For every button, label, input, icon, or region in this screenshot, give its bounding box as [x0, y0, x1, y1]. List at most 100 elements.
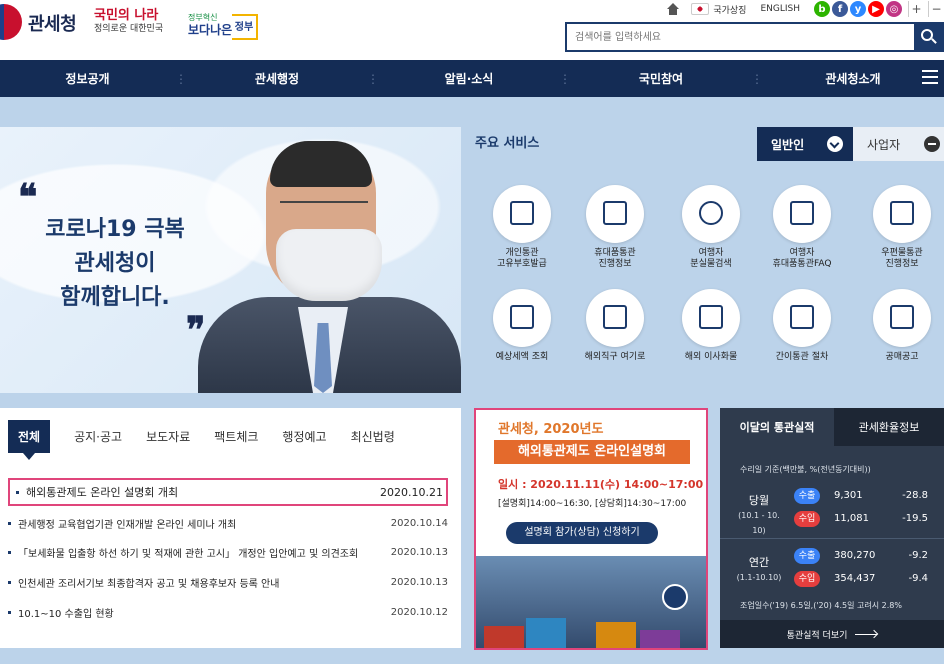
- service-label-line1: 개인통관: [505, 248, 539, 258]
- news-row[interactable]: 인천세관 조리서기보 최종합격자 공고 및 채용후보자 등록 안내 2020.1…: [8, 571, 448, 593]
- news-row[interactable]: 10.1~10 수출입 현황 2020.10.12: [8, 601, 448, 623]
- service-moving-goods[interactable]: 해외 이사화물: [666, 289, 756, 363]
- service-label: 여행자 분실물검색: [666, 248, 756, 270]
- home-icon[interactable]: [667, 3, 680, 15]
- news-board: 전체 공지·공고 보도자료 팩트체크 행정예고 최신법령 해외통관제도 온라인 …: [0, 408, 461, 648]
- tab-press[interactable]: 보도자료: [146, 428, 190, 445]
- export-value: 380,270: [834, 550, 876, 561]
- national-slogan: 국민의 나라 정의로운 대한민국: [94, 9, 176, 40]
- service-simple-clearance[interactable]: 간이통관 절차: [757, 289, 847, 363]
- tab-latest-law[interactable]: 최신법령: [351, 428, 395, 445]
- zoom-in-button[interactable]: +: [908, 1, 924, 17]
- service-label: 개인통관 고유부호발급: [477, 248, 567, 270]
- screen-icon: [586, 185, 644, 243]
- service-lost-items[interactable]: 여행자 분실물검색: [666, 185, 756, 270]
- seminar-promo-banner[interactable]: 관세청, 2020년도 해외통관제도 온라인설명회 일시 : 2020.11.1…: [474, 408, 708, 650]
- service-label-line2: 고유부호발급: [497, 259, 547, 269]
- mail-icon-shape: [890, 201, 914, 225]
- service-direct-purchase[interactable]: 해외직구 여기로: [570, 289, 660, 363]
- kcs-logo-icon[interactable]: [0, 4, 22, 40]
- service-personal-customs-code[interactable]: 개인통관 고유부호발급: [477, 185, 567, 270]
- import-badge: 수입: [794, 511, 820, 527]
- news-row[interactable]: 관세행정 교육협업기관 인재개발 온라인 세미나 개최 2020.10.14: [8, 512, 448, 534]
- english-link[interactable]: ENGLISH: [760, 4, 800, 14]
- nav-news[interactable]: 알림·소식: [379, 70, 559, 87]
- export-badge: 수출: [794, 548, 820, 564]
- photo-hair: [270, 141, 372, 187]
- service-tax-estimate[interactable]: 예상세액 조회: [477, 289, 567, 363]
- stats-more-label: 통관실적 더보기: [786, 630, 848, 641]
- service-label-line1: 우편물통관: [881, 248, 923, 258]
- youtube-icon[interactable]: ▶: [868, 1, 884, 17]
- nav-customs-admin[interactable]: 관세행정: [187, 70, 367, 87]
- arrow-right-icon: [855, 633, 878, 635]
- news-date: 2020.10.13: [390, 546, 448, 558]
- korean-flag-icon: [691, 3, 710, 15]
- bullet: [8, 521, 11, 525]
- gov-innovation-end: 정부: [232, 14, 258, 40]
- news-row-highlighted[interactable]: 해외통관제도 온라인 설명회 개최 2020.10.21: [8, 478, 448, 506]
- service-label-line2: 진행정보: [598, 259, 632, 269]
- site-logo-text[interactable]: 관세청: [28, 10, 77, 36]
- stats-more-button[interactable]: 통관실적 더보기: [720, 620, 944, 648]
- blog-icon[interactable]: b: [814, 1, 830, 17]
- import-value: 354,437: [834, 573, 876, 584]
- period-range: (10.1 - 10. 10): [738, 511, 780, 535]
- nav-separator: ⋮: [559, 71, 571, 86]
- import-value: 11,081: [834, 513, 869, 524]
- service-label: 해외직구 여기로: [584, 352, 646, 362]
- bullet: [8, 580, 11, 584]
- import-change: -9.4: [908, 573, 928, 584]
- megaphone-icon: [873, 289, 931, 347]
- seminar-apply-button[interactable]: 설명회 참가(상담) 신청하기: [506, 522, 658, 544]
- zoom-out-button[interactable]: −: [928, 1, 944, 17]
- service-postal-progress[interactable]: 우편물통관 진행정보: [857, 185, 944, 270]
- tab-notices[interactable]: 공지·공고: [74, 428, 122, 445]
- service-public-auction[interactable]: 공매공고: [857, 289, 944, 363]
- service-label-line2: 휴대품통관FAQ: [772, 259, 832, 269]
- working-days-note: 조업일수('19) 6.5일,('20) 4.5일 고려시 2.8%: [740, 601, 902, 610]
- nav-info-disclosure[interactable]: 정보공개: [0, 70, 175, 87]
- instagram-icon[interactable]: ◎: [886, 1, 902, 17]
- minus-icon: [924, 136, 940, 152]
- calculator-icon: [493, 289, 551, 347]
- search-icon-handle: [931, 38, 937, 44]
- search-input[interactable]: [567, 24, 907, 50]
- tab-monthly-stats[interactable]: 이달의 통관실적: [720, 408, 834, 446]
- search-button[interactable]: [914, 24, 942, 50]
- photo-glasses: [280, 201, 368, 219]
- nav-about[interactable]: 관세청소개: [763, 70, 943, 87]
- cart-icon: [586, 289, 644, 347]
- news-row[interactable]: 「보세화물 입출항 하선 하기 및 적재에 관한 고시」 개정안 입안예고 및 …: [8, 541, 448, 563]
- customs-stats-panel: 이달의 통관실적 관세환율정보 수리일 기준(백만불, %(전년동기대비)) 당…: [720, 408, 944, 648]
- hero-line-2: 관세청이: [74, 251, 156, 276]
- facebook-icon[interactable]: f: [832, 1, 848, 17]
- nav-separator: ⋮: [175, 71, 187, 86]
- tab-general-public[interactable]: 일반인: [757, 127, 853, 161]
- tab-admin-notice[interactable]: 행정예고: [282, 428, 326, 445]
- tab-exchange-rate[interactable]: 관세환율정보: [834, 408, 944, 446]
- news-date: 2020.10.21: [380, 485, 443, 499]
- tab-business[interactable]: 사업자: [853, 127, 944, 161]
- hero-banner[interactable]: ❝ 코로나19 극복 관세청이 함께합니다. ❞: [0, 127, 461, 393]
- gov-innovation-top: 정부혁신: [188, 13, 218, 22]
- national-symbol-link[interactable]: 국가상징: [713, 3, 746, 16]
- gov-innovation-main: 보다나은: [188, 23, 233, 37]
- main-navigation: 정보공개 ⋮ 관세행정 ⋮ 알림·소식 ⋮ 국민참여 ⋮ 관세청소개: [0, 60, 944, 97]
- nav-separator: ⋮: [367, 71, 379, 86]
- service-label-line2: 진행정보: [885, 259, 919, 269]
- service-baggage-progress[interactable]: 휴대품통관 진행정보: [570, 185, 660, 270]
- twitter-icon[interactable]: y: [850, 1, 866, 17]
- services-title: 주요 서비스: [475, 136, 540, 151]
- news-title: 관세행정 교육협업기관 인재개발 온라인 세미나 개최: [18, 519, 237, 531]
- all-menu-icon[interactable]: [922, 70, 938, 84]
- search-box: [565, 22, 944, 52]
- service-traveler-faq[interactable]: 여행자 휴대품통관FAQ: [757, 185, 847, 270]
- nav-participation[interactable]: 국민참여: [571, 70, 751, 87]
- stats-basis-note: 수리일 기준(백만불, %(전년동기대비)): [740, 465, 871, 474]
- tab-factcheck[interactable]: 팩트체크: [214, 428, 258, 445]
- export-badge: 수출: [794, 488, 820, 504]
- tab-all[interactable]: 전체: [8, 419, 51, 460]
- news-date: 2020.10.13: [390, 576, 448, 588]
- hero-line-3: 함께합니다.: [60, 285, 170, 310]
